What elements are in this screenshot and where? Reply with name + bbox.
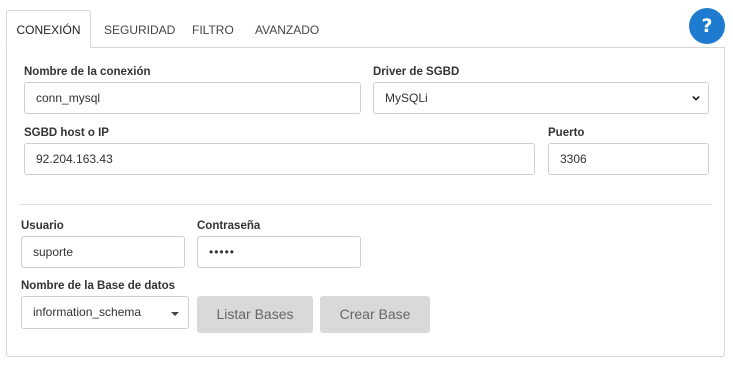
help-icon: ? [701,15,713,37]
database-label: Nombre de la Base de datos [21,280,176,292]
host-label: SGBD host o IP [24,127,109,139]
driver-select[interactable]: MySQLi [373,82,709,114]
user-label: Usuario [21,220,64,232]
port-value: 3306 [560,152,587,166]
port-label: Puerto [548,127,585,139]
database-value: information_schema [33,305,142,319]
host-input[interactable]: 92.204.163.43 [24,143,535,175]
driver-value: MySQLi [385,91,428,105]
driver-label: Driver de SGBD [373,66,460,78]
user-input[interactable]: suporte [21,236,185,268]
connection-name-value: conn_mysql [36,91,101,105]
chevron-down-icon [692,95,700,101]
port-input[interactable]: 3306 [548,143,709,175]
database-select[interactable]: information_schema [21,296,189,329]
password-value: ••••• [209,245,236,259]
connection-name-input[interactable]: conn_mysql [24,82,361,114]
tab-seguridad[interactable]: SEGURIDAD [104,10,175,48]
connection-name-label: Nombre de la conexión [24,66,151,78]
tab-conexion[interactable]: CONEXIÓN [6,10,91,48]
password-input[interactable]: ••••• [197,236,361,268]
tab-avanzado[interactable]: AVANZADO [255,10,319,48]
user-value: suporte [33,245,74,259]
caret-down-icon [171,312,179,316]
section-divider [20,204,712,205]
help-button[interactable]: ? [689,8,725,44]
tab-bar: CONEXIÓN SEGURIDAD FILTRO AVANZADO [6,10,725,48]
create-database-button[interactable]: Crear Base [320,296,430,333]
list-databases-button[interactable]: Listar Bases [197,296,313,333]
host-value: 92.204.163.43 [36,152,113,166]
tab-filtro[interactable]: FILTRO [192,10,234,48]
password-label: Contraseña [197,220,261,232]
